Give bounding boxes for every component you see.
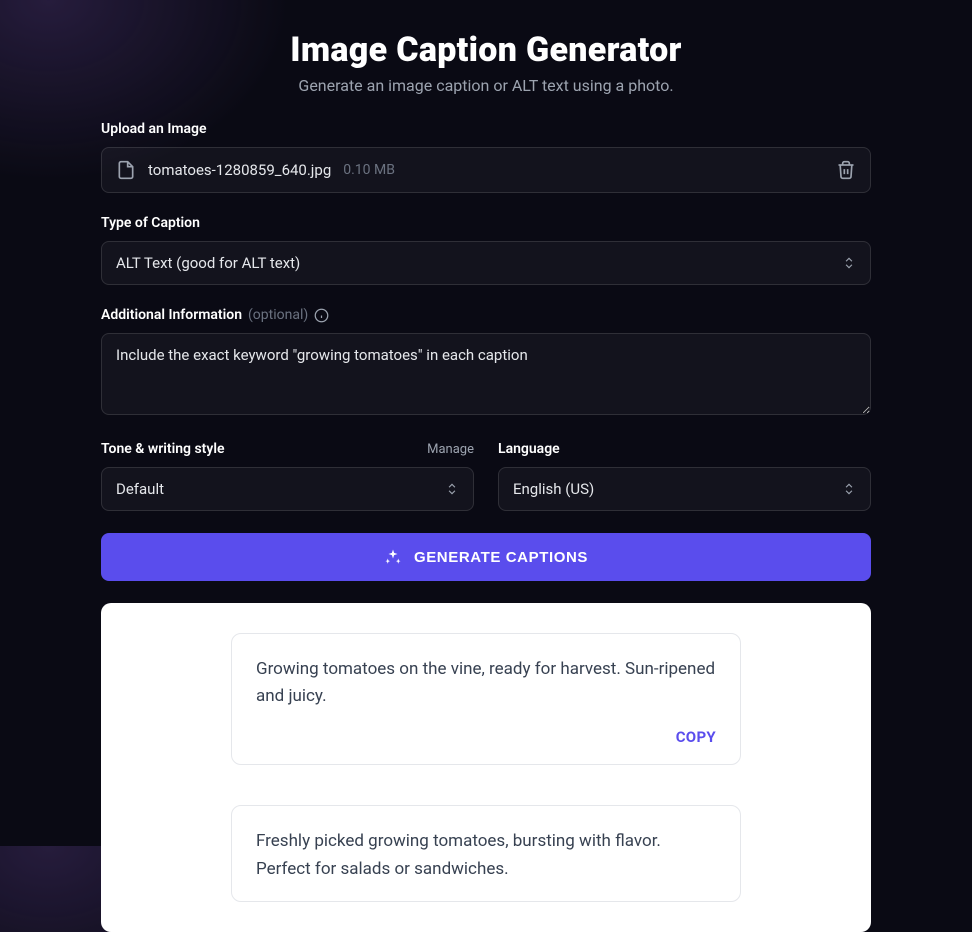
result-card: Growing tomatoes on the vine, ready for … xyxy=(231,633,741,765)
generate-button-label: GENERATE CAPTIONS xyxy=(414,549,588,566)
upload-file-box[interactable]: tomatoes-1280859_640.jpg 0.10 MB xyxy=(101,147,871,193)
generate-captions-button[interactable]: GENERATE CAPTIONS xyxy=(101,533,871,581)
manage-tone-link[interactable]: Manage xyxy=(427,442,474,457)
chevron-updown-icon xyxy=(842,256,856,270)
caption-type-label: Type of Caption xyxy=(101,215,871,231)
result-text: Growing tomatoes on the vine, ready for … xyxy=(256,656,716,710)
results-panel: Growing tomatoes on the vine, ready for … xyxy=(101,603,871,932)
info-icon[interactable] xyxy=(314,308,329,323)
language-select[interactable]: English (US) xyxy=(498,467,871,511)
result-text: Freshly picked growing tomatoes, burstin… xyxy=(256,828,716,882)
uploaded-filesize: 0.10 MB xyxy=(343,162,395,178)
sparkle-icon xyxy=(384,548,402,566)
language-label: Language xyxy=(498,441,560,457)
tone-label: Tone & writing style xyxy=(101,441,225,457)
chevron-updown-icon xyxy=(445,482,459,496)
additional-info-label: Additional Information (optional) xyxy=(101,307,871,323)
caption-type-select[interactable]: ALT Text (good for ALT text) xyxy=(101,241,871,285)
optional-hint: (optional) xyxy=(248,307,308,323)
result-card: Freshly picked growing tomatoes, burstin… xyxy=(231,805,741,901)
chevron-updown-icon xyxy=(842,482,856,496)
language-value: English (US) xyxy=(513,480,594,498)
additional-info-input[interactable] xyxy=(101,333,871,415)
upload-label: Upload an Image xyxy=(101,121,871,137)
uploaded-filename: tomatoes-1280859_640.jpg xyxy=(148,161,331,179)
file-icon xyxy=(116,160,136,180)
tone-select[interactable]: Default xyxy=(101,467,474,511)
caption-type-value: ALT Text (good for ALT text) xyxy=(116,254,300,272)
page-subtitle: Generate an image caption or ALT text us… xyxy=(101,76,871,95)
page-title: Image Caption Generator xyxy=(101,30,871,70)
copy-button[interactable]: COPY xyxy=(256,728,716,746)
tone-value: Default xyxy=(116,480,164,498)
trash-icon[interactable] xyxy=(836,160,856,180)
